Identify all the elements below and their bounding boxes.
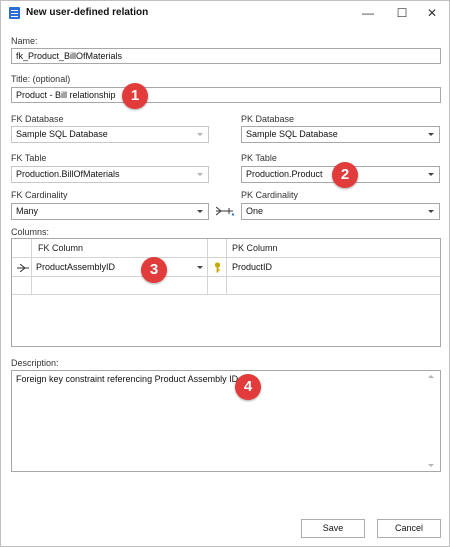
- grid-divider: [207, 239, 208, 295]
- columns-label: Columns:: [11, 227, 50, 237]
- cancel-button[interactable]: Cancel: [377, 519, 441, 538]
- pk-column-header: PK Column: [232, 243, 278, 253]
- chevron-down-icon: [197, 133, 203, 136]
- app-icon: [9, 7, 20, 19]
- grid-divider: [31, 239, 32, 295]
- chevron-down-icon: [428, 210, 434, 213]
- scroll-up-icon[interactable]: [428, 375, 434, 378]
- fk-cardinality-label: FK Cardinality: [11, 190, 68, 200]
- dialog-window: New user-defined relation — ☐ ✕ Name: fk…: [0, 0, 450, 547]
- pk-column-cell[interactable]: ProductID: [232, 262, 272, 272]
- chevron-down-icon: [428, 133, 434, 136]
- fk-column-cell[interactable]: ProductAssemblyID: [36, 262, 115, 272]
- callout-badge-3: 3: [141, 257, 167, 283]
- pk-database-select[interactable]: Sample SQL Database: [241, 126, 440, 143]
- callout-badge-2: 2: [332, 162, 358, 188]
- fk-cardinality-value: Many: [16, 206, 39, 216]
- pk-cardinality-select[interactable]: One: [241, 203, 440, 220]
- columns-grid: FK Column PK Column ProductAssemblyID Pr…: [11, 238, 441, 347]
- window-title: New user-defined relation: [26, 7, 149, 18]
- fk-cardinality-select[interactable]: Many: [11, 203, 209, 220]
- fk-database-value: Sample SQL Database: [16, 129, 108, 139]
- description-label: Description:: [11, 358, 59, 368]
- one-to-many-link-icon: [216, 206, 234, 216]
- description-textarea[interactable]: Foreign key constraint referencing Produ…: [11, 370, 441, 472]
- fk-table-label: FK Table: [11, 153, 47, 163]
- fk-table-select: Production.BillOfMaterials: [11, 166, 209, 183]
- chevron-down-icon[interactable]: [197, 266, 203, 269]
- key-icon: [214, 262, 221, 273]
- fk-table-value: Production.BillOfMaterials: [16, 169, 120, 179]
- scroll-down-icon[interactable]: [428, 464, 434, 467]
- chevron-down-icon: [428, 173, 434, 176]
- crowfoot-icon: [17, 264, 29, 272]
- minimize-button[interactable]: —: [351, 1, 385, 25]
- maximize-button[interactable]: ☐: [385, 1, 419, 25]
- pk-cardinality-label: PK Cardinality: [241, 190, 299, 200]
- title-input[interactable]: Product - Bill relationship: [11, 87, 441, 103]
- title-label: Title: (optional): [11, 74, 71, 84]
- pk-cardinality-value: One: [246, 206, 264, 216]
- title-bar: New user-defined relation — ☐ ✕: [1, 1, 449, 25]
- close-button[interactable]: ✕: [415, 1, 449, 25]
- fk-database-label: FK Database: [11, 114, 64, 124]
- pk-table-label: PK Table: [241, 153, 277, 163]
- pk-database-label: PK Database: [241, 114, 295, 124]
- description-value: Foreign key constraint referencing Produ…: [16, 374, 241, 384]
- chevron-down-icon: [197, 210, 203, 213]
- fk-column-header: FK Column: [38, 243, 84, 253]
- callout-badge-1: 1: [122, 83, 148, 109]
- fk-database-select: Sample SQL Database: [11, 126, 209, 143]
- pk-database-value: Sample SQL Database: [246, 129, 338, 139]
- name-label: Name:: [11, 36, 38, 46]
- callout-badge-4: 4: [235, 374, 261, 400]
- grid-divider: [226, 239, 227, 295]
- pk-table-value: Production.Product: [246, 169, 323, 179]
- name-input[interactable]: fk_Product_BillOfMaterials: [11, 48, 441, 64]
- save-button[interactable]: Save: [301, 519, 365, 538]
- chevron-down-icon: [197, 173, 203, 176]
